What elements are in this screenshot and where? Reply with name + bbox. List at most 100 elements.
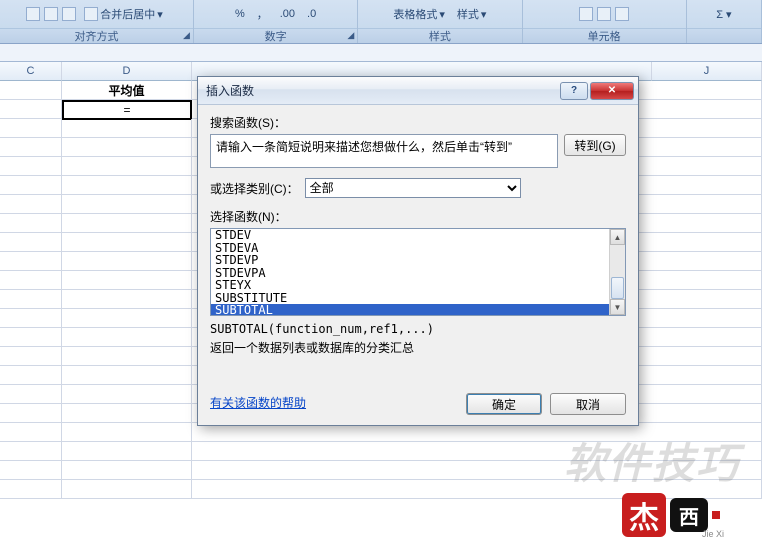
go-button[interactable]: 转到(G): [564, 134, 626, 156]
cell[interactable]: [0, 290, 62, 309]
cell[interactable]: [0, 309, 62, 328]
cell[interactable]: [0, 138, 62, 157]
percent-button[interactable]: %: [231, 6, 249, 22]
cell[interactable]: [0, 214, 62, 233]
merge-label: 合并后居中: [100, 6, 155, 22]
ribbon-label-styles: 样式: [358, 28, 521, 43]
ribbon-group-editing: Σ ▾: [687, 0, 762, 43]
cell[interactable]: [62, 157, 192, 176]
cell[interactable]: [0, 480, 62, 499]
cell[interactable]: [0, 347, 62, 366]
function-item[interactable]: STDEV: [211, 229, 609, 242]
insert-icon[interactable]: [579, 7, 593, 21]
scroll-down-icon[interactable]: ▼: [610, 299, 625, 315]
search-label: 搜索函数(S)：: [210, 114, 626, 131]
function-item[interactable]: SUBTOTAL: [211, 304, 609, 316]
ribbon-body: [523, 0, 686, 28]
insert-function-dialog: 插入函数 ? ✕ 搜索函数(S)： 请输入一条简短说明来描述您想做什么，然后单击…: [197, 76, 639, 426]
format-icon[interactable]: [615, 7, 629, 21]
cell[interactable]: [0, 404, 62, 423]
decrease-decimal-button[interactable]: .0: [303, 6, 320, 22]
cell[interactable]: [0, 100, 62, 119]
cell[interactable]: [0, 176, 62, 195]
cell[interactable]: [0, 442, 62, 461]
stamp-signature: Jie Xi: [702, 529, 724, 539]
autosum-button[interactable]: Σ ▾: [712, 6, 735, 23]
cell[interactable]: [62, 233, 192, 252]
help-link[interactable]: 有关该函数的帮助: [210, 394, 306, 411]
dialog-launcher-icon[interactable]: ◢: [347, 30, 354, 41]
cell[interactable]: [62, 214, 192, 233]
cell[interactable]: [62, 347, 192, 366]
scrollbar[interactable]: ▲ ▼: [609, 229, 625, 315]
stamp-black: 西: [670, 498, 708, 532]
ribbon-group-styles: 表格格式 ▾ 样式 ▾ 样式: [358, 0, 522, 43]
cell[interactable]: [0, 461, 62, 480]
function-item[interactable]: STEYX: [211, 279, 609, 292]
function-item[interactable]: STDEVP: [211, 254, 609, 267]
cell[interactable]: [0, 157, 62, 176]
align-icon[interactable]: [26, 7, 40, 21]
comma-button[interactable]: ，: [253, 4, 272, 24]
cell[interactable]: [0, 81, 62, 100]
cell-d-header[interactable]: 平均值: [62, 81, 192, 100]
cell[interactable]: [0, 366, 62, 385]
ribbon-label-number: 数字◢: [194, 28, 357, 43]
dialog-launcher-icon[interactable]: ◢: [183, 30, 190, 41]
cell[interactable]: [62, 290, 192, 309]
stamp-red: 杰: [622, 493, 666, 537]
cell[interactable]: [62, 138, 192, 157]
cell-styles-button[interactable]: 样式 ▾: [453, 4, 491, 24]
help-button[interactable]: ?: [560, 82, 588, 100]
active-cell[interactable]: =: [62, 100, 192, 120]
ok-button[interactable]: 确定: [466, 393, 542, 415]
function-listbox[interactable]: STDEVSTDEVASTDEVPSTDEVPASTEYXSUBSTITUTES…: [210, 228, 626, 316]
dialog-titlebar[interactable]: 插入函数 ? ✕: [198, 77, 638, 105]
cell[interactable]: [62, 385, 192, 404]
scroll-up-icon[interactable]: ▲: [610, 229, 625, 245]
ribbon-group-cells: 单元格: [523, 0, 687, 43]
cell[interactable]: [62, 461, 192, 480]
cell[interactable]: [62, 252, 192, 271]
col-header-c[interactable]: C: [0, 62, 62, 81]
cell[interactable]: [0, 385, 62, 404]
cell[interactable]: [0, 195, 62, 214]
col-header-d[interactable]: D: [62, 62, 192, 81]
dialog-body: 搜索函数(S)： 请输入一条简短说明来描述您想做什么，然后单击“转到” 转到(G…: [198, 105, 638, 366]
ribbon-body: % ， .00 .0: [194, 0, 357, 28]
cell[interactable]: [0, 328, 62, 347]
cell[interactable]: [62, 404, 192, 423]
cell[interactable]: [62, 271, 192, 290]
merge-center-button[interactable]: 合并后居中 ▾: [80, 4, 167, 24]
table-format-button[interactable]: 表格格式 ▾: [389, 4, 449, 24]
cell[interactable]: [62, 366, 192, 385]
cell[interactable]: [0, 233, 62, 252]
close-button[interactable]: ✕: [590, 82, 634, 100]
col-header-j[interactable]: J: [652, 62, 762, 81]
scroll-thumb[interactable]: [611, 277, 624, 299]
cell[interactable]: [62, 442, 192, 461]
category-select[interactable]: 全部: [305, 178, 521, 198]
cancel-button[interactable]: 取消: [550, 393, 626, 415]
cell[interactable]: [62, 480, 192, 499]
delete-icon[interactable]: [597, 7, 611, 21]
cell[interactable]: [62, 195, 192, 214]
increase-decimal-button[interactable]: .00: [276, 6, 299, 22]
cell[interactable]: [62, 423, 192, 442]
align-icon[interactable]: [62, 7, 76, 21]
cell[interactable]: [62, 119, 192, 138]
cell[interactable]: [0, 119, 62, 138]
function-item[interactable]: STDEVA: [211, 242, 609, 255]
align-icon[interactable]: [44, 7, 58, 21]
cell[interactable]: [62, 309, 192, 328]
formula-bar[interactable]: [0, 44, 762, 62]
cell[interactable]: [62, 328, 192, 347]
select-function-label: 选择函数(N)：: [210, 208, 626, 225]
search-input[interactable]: 请输入一条简短说明来描述您想做什么，然后单击“转到”: [210, 134, 558, 168]
merge-icon: [84, 7, 98, 21]
cell[interactable]: [62, 176, 192, 195]
cell[interactable]: [0, 423, 62, 442]
cell[interactable]: [0, 271, 62, 290]
function-item[interactable]: STDEVPA: [211, 267, 609, 280]
cell[interactable]: [0, 252, 62, 271]
